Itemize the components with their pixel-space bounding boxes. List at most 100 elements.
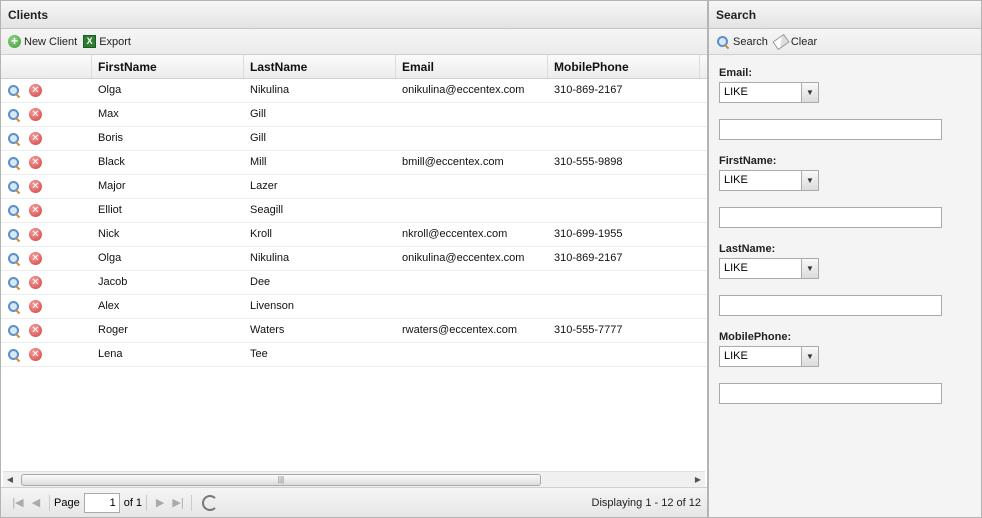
grid-body: ✕ Olga Nikulina onikulina@eccentex.com 310-8… (1, 79, 707, 497)
table-row[interactable]: ✕ Alex Livenson (1, 295, 707, 319)
cell-firstname: Max (98, 108, 119, 120)
view-magnifier-icon[interactable] (7, 180, 21, 194)
cell-email (396, 103, 548, 126)
row-actions: ✕ (1, 295, 92, 318)
refresh-icon[interactable] (202, 494, 219, 511)
operator-select-firstname[interactable]: LIKE ▼ (719, 170, 819, 191)
operator-select-mobilephone[interactable]: LIKE ▼ (719, 346, 819, 367)
search-input-email[interactable] (719, 119, 942, 140)
delete-circle-icon[interactable]: ✕ (29, 348, 42, 361)
clients-panel: Clients + New Client X Export FirstName … (0, 0, 708, 518)
chevron-down-icon[interactable]: ▼ (801, 347, 818, 366)
view-magnifier-icon[interactable] (7, 156, 21, 170)
search-input-firstname[interactable] (719, 207, 942, 228)
row-actions: ✕ (1, 271, 92, 294)
delete-circle-icon[interactable]: ✕ (29, 228, 42, 241)
paging-display-info: Displaying 1 - 12 of 12 (591, 497, 701, 509)
table-row[interactable]: ✕ Olga Nikulina onikulina@eccentex.com 310-8… (1, 247, 707, 271)
cell-mobilephone (548, 271, 700, 294)
cell-lastname: Nikulina (250, 84, 290, 96)
first-page-icon[interactable]: |◀ (9, 496, 27, 509)
view-magnifier-icon[interactable] (7, 348, 21, 362)
cell-email (396, 199, 548, 222)
table-row[interactable]: ✕ Max Gill (1, 103, 707, 127)
view-magnifier-icon[interactable] (7, 108, 21, 122)
delete-circle-icon[interactable]: ✕ (29, 180, 42, 193)
table-row[interactable]: ✕ Nick Kroll nkroll@eccentex.com 310-699-195… (1, 223, 707, 247)
cell-lastname: Dee (250, 276, 271, 288)
search-button[interactable]: Search (716, 35, 768, 49)
search-input-mobilephone[interactable] (719, 383, 942, 404)
cell-lastname: Mill (250, 156, 267, 168)
table-row[interactable]: ✕ Lena Tee (1, 343, 707, 367)
cell-lastname: Lazer (250, 180, 278, 192)
operator-value: LIKE (724, 174, 748, 186)
view-magnifier-icon[interactable] (7, 84, 21, 98)
cell-email: onikulina@eccentex.com (402, 252, 525, 264)
cell-mobilephone: 310-869-2167 (554, 84, 623, 96)
delete-circle-icon[interactable]: ✕ (29, 252, 42, 265)
cell-email: bmill@eccentex.com (402, 156, 504, 168)
table-row[interactable]: ✕ Major Lazer (1, 175, 707, 199)
cell-firstname: Elliot (98, 204, 122, 216)
column-header-lastname[interactable]: LastName (244, 55, 396, 78)
new-client-button[interactable]: + New Client (8, 35, 77, 48)
export-button[interactable]: X Export (83, 35, 131, 48)
cell-email: nkroll@eccentex.com (402, 228, 508, 240)
search-field-mobilephone: MobilePhone: LIKE ▼ (719, 331, 971, 404)
scrollbar-thumb[interactable]: ||| (21, 474, 541, 486)
operator-select-email[interactable]: LIKE ▼ (719, 82, 819, 103)
delete-circle-icon[interactable]: ✕ (29, 132, 42, 145)
cell-firstname: Olga (98, 252, 122, 264)
view-magnifier-icon[interactable] (7, 204, 21, 218)
view-magnifier-icon[interactable] (7, 132, 21, 146)
add-circle-icon: + (8, 35, 21, 48)
cell-firstname: Lena (98, 348, 123, 360)
delete-circle-icon[interactable]: ✕ (29, 276, 42, 289)
row-actions: ✕ (1, 103, 92, 126)
view-magnifier-icon[interactable] (7, 276, 21, 290)
operator-value: LIKE (724, 350, 748, 362)
page-number-input[interactable]: 1 (83, 492, 120, 513)
cell-mobilephone (548, 295, 700, 318)
view-magnifier-icon[interactable] (7, 228, 21, 242)
delete-circle-icon[interactable]: ✕ (29, 84, 42, 97)
view-magnifier-icon[interactable] (7, 324, 21, 338)
view-magnifier-icon[interactable] (7, 252, 21, 266)
delete-circle-icon[interactable]: ✕ (29, 324, 42, 337)
chevron-down-icon[interactable]: ▼ (801, 171, 818, 190)
column-header-mobilephone[interactable]: MobilePhone (548, 55, 700, 78)
next-page-icon[interactable]: ▶ (151, 496, 169, 509)
scroll-right-arrow-icon[interactable]: ▶ (691, 472, 705, 488)
cell-email (396, 295, 548, 318)
search-input-lastname[interactable] (719, 295, 942, 316)
paging-toolbar: |◀ ◀ Page 1 of 1 ▶ ▶| Displaying 1 - 12 … (1, 487, 707, 517)
table-row[interactable]: ✕ Jacob Dee (1, 271, 707, 295)
cell-mobilephone: 310-555-9898 (554, 156, 623, 168)
clear-button[interactable]: Clear (772, 33, 817, 50)
pager-separator (191, 494, 193, 511)
delete-circle-icon[interactable]: ✕ (29, 300, 42, 313)
delete-circle-icon[interactable]: ✕ (29, 204, 42, 217)
chevron-down-icon[interactable]: ▼ (801, 83, 818, 102)
table-row[interactable]: ✕ Boris Gill (1, 127, 707, 151)
chevron-down-icon[interactable]: ▼ (801, 259, 818, 278)
table-row[interactable]: ✕ Olga Nikulina onikulina@eccentex.com 310-8… (1, 79, 707, 103)
clients-panel-title: Clients (1, 1, 707, 29)
last-page-icon[interactable]: ▶| (169, 496, 187, 509)
column-header-email[interactable]: Email (396, 55, 548, 78)
column-header-firstname[interactable]: FirstName (92, 55, 244, 78)
delete-circle-icon[interactable]: ✕ (29, 108, 42, 121)
table-row[interactable]: ✕ Roger Waters rwaters@eccentex.com 310-555-… (1, 319, 707, 343)
delete-circle-icon[interactable]: ✕ (29, 156, 42, 169)
scroll-left-arrow-icon[interactable]: ◀ (3, 472, 17, 488)
horizontal-scrollbar[interactable]: ◀ ||| ▶ (3, 471, 705, 487)
prev-page-icon[interactable]: ◀ (27, 496, 45, 509)
view-magnifier-icon[interactable] (7, 300, 21, 314)
search-panel: Search Search Clear Email: LIKE ▼ FirstName… (708, 0, 982, 518)
table-row[interactable]: ✕ Black Mill bmill@eccentex.com 310-555-9898 (1, 151, 707, 175)
table-row[interactable]: ✕ Elliot Seagill (1, 199, 707, 223)
row-actions: ✕ (1, 343, 92, 366)
operator-select-lastname[interactable]: LIKE ▼ (719, 258, 819, 279)
cell-mobilephone (548, 127, 700, 150)
